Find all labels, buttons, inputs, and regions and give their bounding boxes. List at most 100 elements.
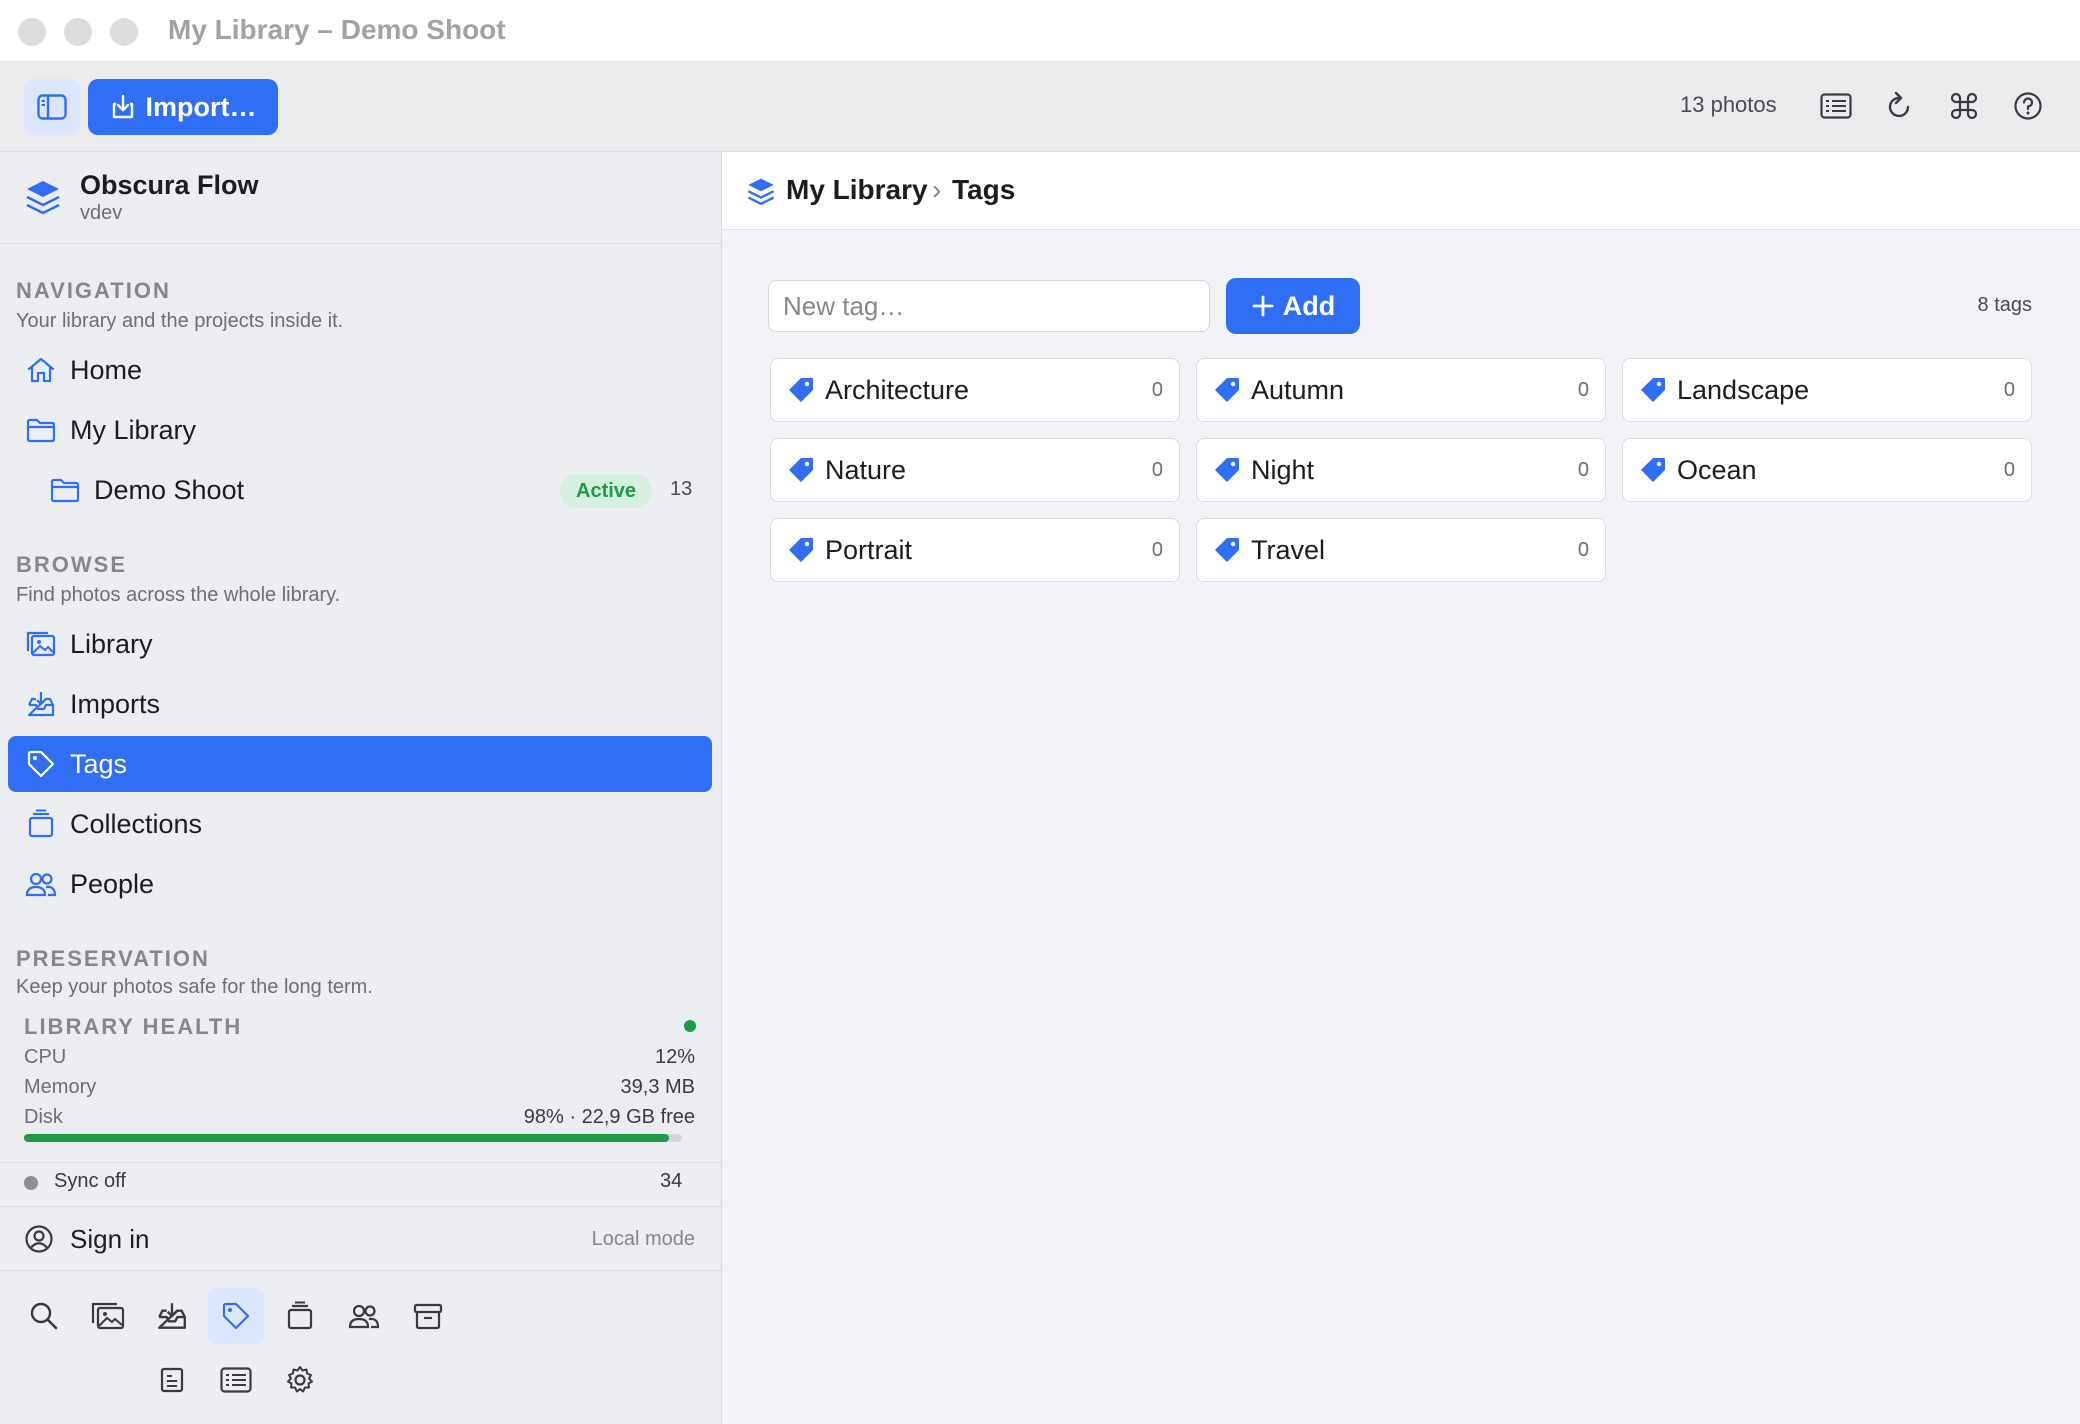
health-status-dot xyxy=(684,1020,696,1032)
sidebar-item-label: People xyxy=(70,868,155,899)
search-icon xyxy=(30,1302,58,1330)
tag-card[interactable]: Architecture 0 xyxy=(770,358,1180,422)
brand-header: Obscura Flow vdev xyxy=(0,152,722,244)
sidebar-item-label: My Library xyxy=(70,414,197,445)
breadcrumb-current: Tags xyxy=(952,174,1016,205)
tag-name: Autumn xyxy=(1251,374,1345,405)
dock-settings-button[interactable] xyxy=(272,1352,328,1408)
photos-icon xyxy=(24,627,58,661)
dock-collections-button[interactable] xyxy=(272,1288,328,1344)
tag-icon xyxy=(1213,536,1241,564)
app-version: vdev xyxy=(80,202,123,224)
sidebar-item-library[interactable]: Library xyxy=(8,616,712,672)
tag-card[interactable]: Travel 0 xyxy=(1196,518,1606,582)
dock-tags-button[interactable] xyxy=(208,1288,264,1344)
tag-card[interactable]: Landscape 0 xyxy=(1622,358,2032,422)
tag-icon xyxy=(1213,456,1241,484)
cpu-label: CPU xyxy=(24,1046,67,1068)
minimize-window-button[interactable] xyxy=(64,18,92,46)
sidebar-item-label: Collections xyxy=(70,808,203,839)
breadcrumb: My Library › Tags xyxy=(722,152,2080,230)
command-palette-button[interactable] xyxy=(1944,86,1984,126)
add-tag-button[interactable]: Add xyxy=(1226,278,1360,334)
add-tag-button-label: Add xyxy=(1282,290,1336,321)
import-button[interactable]: Import… xyxy=(88,79,278,135)
disk-value: 98% · 22,9 GB free xyxy=(523,1106,695,1128)
list-view-button[interactable] xyxy=(1816,86,1856,126)
refresh-button[interactable] xyxy=(1880,86,1920,126)
photos-icon xyxy=(91,1302,125,1330)
gear-icon xyxy=(287,1366,313,1393)
folder-icon xyxy=(24,413,58,447)
tag-icon xyxy=(1639,456,1667,484)
dock-people-button[interactable] xyxy=(336,1288,392,1344)
sync-status-label[interactable]: Sync off xyxy=(54,1170,126,1193)
breadcrumb-separator: › xyxy=(932,174,942,205)
tag-icon xyxy=(787,536,815,564)
archive-icon xyxy=(413,1303,443,1330)
tag-photo-count: 0 xyxy=(1151,538,1163,561)
divider xyxy=(0,1206,722,1207)
help-button[interactable] xyxy=(2008,86,2048,126)
sync-count: 34 xyxy=(660,1170,683,1192)
preservation-section-subtitle: Keep your photos safe for the long term. xyxy=(16,976,373,998)
sidebar-item-my-library[interactable]: My Library xyxy=(8,402,712,458)
sidebar-item-label: Imports xyxy=(70,688,161,719)
plus-icon xyxy=(1252,295,1274,317)
home-icon xyxy=(24,353,58,387)
navigation-section-title: NAVIGATION xyxy=(16,278,171,303)
list-view-icon xyxy=(220,1367,252,1393)
sidebar-item-tags[interactable]: Tags xyxy=(8,736,712,792)
app-name: Obscura Flow xyxy=(80,170,259,200)
dock-library-button[interactable] xyxy=(80,1288,136,1344)
tag-card[interactable]: Nature 0 xyxy=(770,438,1180,502)
memory-label: Memory xyxy=(24,1076,97,1098)
new-tag-input[interactable] xyxy=(768,280,1210,332)
dock-list-button[interactable] xyxy=(208,1352,264,1408)
sidebar-item-label: Home xyxy=(70,354,143,385)
sidebar-item-imports[interactable]: Imports xyxy=(8,676,712,732)
tag-name: Architecture xyxy=(825,374,970,405)
tag-photo-count: 0 xyxy=(1151,378,1163,401)
title-bar: My Library – Demo Shoot xyxy=(0,0,2080,62)
folder-icon xyxy=(48,473,82,507)
tag-name: Travel xyxy=(1251,534,1326,565)
sidebar-toggle-button[interactable] xyxy=(24,79,80,135)
close-window-button[interactable] xyxy=(18,18,46,46)
tag-icon xyxy=(222,1302,250,1330)
people-icon xyxy=(24,867,58,901)
sidebar-icon xyxy=(37,94,67,120)
tag-icon xyxy=(24,747,58,781)
import-tray-icon xyxy=(158,1303,186,1329)
tag-icon xyxy=(787,376,815,404)
people-icon xyxy=(348,1304,380,1329)
dock-search-button[interactable] xyxy=(16,1288,72,1344)
command-icon xyxy=(1950,92,1978,120)
preservation-section-title: PRESERVATION xyxy=(16,946,210,971)
memory-value: 39,3 MB xyxy=(620,1076,695,1098)
dock-document-button[interactable] xyxy=(144,1352,200,1408)
sidebar-item-label: Demo Shoot xyxy=(94,474,245,505)
import-tray-icon xyxy=(24,687,58,721)
tag-photo-count: 0 xyxy=(1151,458,1163,481)
sidebar: Obscura Flow vdev NAVIGATION Your librar… xyxy=(0,152,722,1424)
sidebar-item-demo-shoot[interactable]: Demo Shoot Active 13 xyxy=(8,462,712,518)
dock-archive-button[interactable] xyxy=(400,1288,456,1344)
import-icon xyxy=(112,94,133,119)
zoom-window-button[interactable] xyxy=(110,18,138,46)
breadcrumb-root[interactable]: My Library xyxy=(786,174,928,206)
account-icon xyxy=(24,1224,54,1254)
project-photo-count: 13 xyxy=(670,478,693,500)
dock-imports-button[interactable] xyxy=(144,1288,200,1344)
sidebar-item-label: Tags xyxy=(70,748,128,779)
tag-card[interactable]: Portrait 0 xyxy=(770,518,1180,582)
tag-count: 8 tags xyxy=(1977,294,2032,316)
tag-card[interactable]: Ocean 0 xyxy=(1622,438,2032,502)
sidebar-item-collections[interactable]: Collections xyxy=(8,796,712,852)
sidebar-item-home[interactable]: Home xyxy=(8,342,712,398)
sidebar-item-people[interactable]: People xyxy=(8,856,712,912)
tag-card[interactable]: Night 0 xyxy=(1196,438,1606,502)
tag-card[interactable]: Autumn 0 xyxy=(1196,358,1606,422)
sign-in-button[interactable]: Sign in xyxy=(70,1224,150,1255)
divider xyxy=(0,1270,722,1271)
